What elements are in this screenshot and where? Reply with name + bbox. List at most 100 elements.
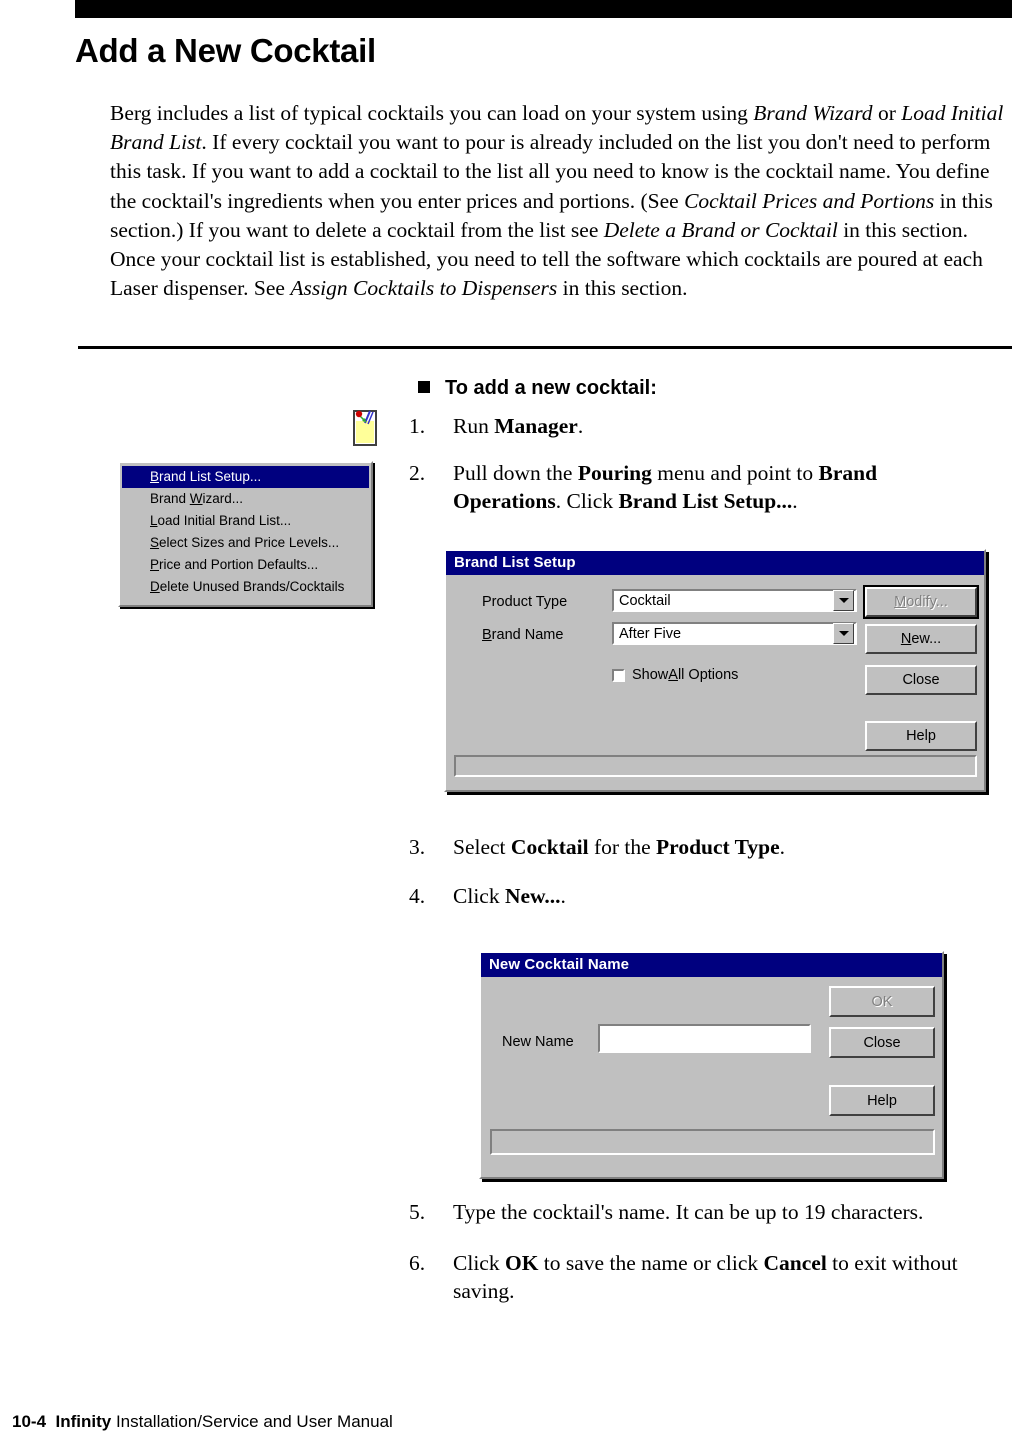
menu-item-label: elect Sizes and Price Levels...: [159, 535, 340, 550]
text-run: Select: [453, 835, 511, 859]
text-run: Click: [453, 884, 505, 908]
modify-accel: M: [894, 594, 907, 611]
step-number: 2.: [409, 461, 426, 485]
help-button[interactable]: Help: [865, 721, 977, 752]
brand-list-setup-body: Product Type Cocktail Brand Name After F…: [446, 575, 984, 783]
new-cocktail-name-dialog: New Cocktail Name New Name OK Close Help: [479, 951, 944, 1179]
new-button[interactable]: New...: [865, 624, 977, 655]
step-text: Run Manager.: [453, 412, 949, 440]
menu-item-1[interactable]: Brand Wizard...: [122, 488, 369, 510]
text-run: Pouring: [577, 461, 652, 485]
product-type-value: Cocktail: [619, 592, 671, 609]
chevron-down-icon[interactable]: [833, 623, 854, 645]
page-title: Add a New Cocktail: [75, 32, 376, 69]
text-run: .: [560, 884, 566, 908]
new-name-field[interactable]: [598, 1024, 811, 1054]
close-button[interactable]: Close: [865, 665, 977, 696]
step-item: 6. Click OK to save the name or click Can…: [409, 1249, 969, 1305]
step-item: 3. Select Cocktail for the Product Type.: [409, 833, 969, 861]
show-all-options-rest: ll Options: [677, 667, 739, 684]
text-run: Cocktail: [510, 835, 589, 859]
text-run: New...: [504, 884, 561, 908]
step-number: 5.: [409, 1200, 426, 1224]
step-number: 4.: [409, 884, 426, 908]
brand-name-combobox[interactable]: After Five: [612, 622, 857, 646]
text-run: Berg includes a list of typical cocktail…: [110, 101, 754, 125]
menu-item-accelerator: D: [150, 579, 160, 594]
text-run: Assign Cocktails to Dispensers: [290, 276, 558, 301]
cocktail-glass-icon: [353, 410, 377, 446]
menu-item-5[interactable]: Delete Unused Brands/Cocktails: [122, 576, 369, 598]
top-black-bar: [75, 0, 1012, 18]
text-run: menu and point to: [651, 461, 819, 485]
brand-name-label-rest: rand Name: [491, 627, 564, 644]
page-footer: 10-4 Infinity Installation/Service and U…: [12, 1412, 393, 1432]
step-item: 1. Run Manager.: [409, 412, 949, 440]
show-all-options-checkbox[interactable]: Show All Options: [612, 667, 738, 683]
new-accel: N: [900, 631, 912, 648]
step-number: 6.: [409, 1251, 426, 1275]
menu-item-label: rand List Setup...: [159, 469, 262, 484]
text-run: .: [577, 414, 584, 438]
ok-button[interactable]: OK: [829, 986, 935, 1018]
step-item: 4. Click New....: [409, 882, 969, 910]
show-all-options-pre: Show: [632, 667, 669, 684]
procedure-heading-label: To add a new cocktail:: [445, 377, 657, 399]
modify-rest: odify...: [906, 594, 948, 611]
new-cocktail-name-body: New Name OK Close Help: [481, 977, 942, 1171]
step-text: Click OK to save the name or click Cance…: [453, 1249, 969, 1305]
product-type-label: Product Type: [482, 594, 568, 611]
step-item: 5. Type the cocktail's name. It can be up…: [409, 1198, 989, 1226]
step-text: Select Cocktail for the Product Type.: [453, 833, 969, 861]
menu-item-accelerator: B: [150, 469, 160, 484]
brand-name-value: After Five: [619, 625, 682, 642]
text-run: Cancel: [763, 1251, 827, 1275]
manual-page: Add a New Cocktail Berg includes a list …: [0, 0, 1012, 1441]
modify-button[interactable]: Modify...: [863, 585, 979, 620]
menu-item-label: oad Initial Brand List...: [157, 513, 292, 528]
menu-item-label: elete Unused Brands/Cocktails: [159, 579, 345, 594]
text-run: for the: [588, 835, 657, 859]
text-run: Run: [453, 414, 495, 438]
text-run: Type the cocktail's name. It can be up t…: [453, 1200, 924, 1224]
square-bullet-icon: [418, 381, 430, 393]
text-run: Pull down the: [453, 461, 578, 485]
menu-item-accelerator: P: [150, 557, 160, 572]
new-cocktail-statusbar: [490, 1129, 935, 1156]
new-name-input[interactable]: [600, 1026, 809, 1052]
text-run: .: [779, 835, 786, 859]
section-divider-rule: [78, 346, 1012, 349]
step-number: 1.: [409, 414, 426, 438]
brand-list-setup-statusbar: [454, 755, 977, 778]
text-run: OK: [504, 1251, 539, 1275]
text-run: Delete a Brand or Cocktail: [603, 217, 838, 242]
menu-item-label: izard...: [202, 491, 244, 506]
text-run: in this section.: [557, 276, 688, 301]
text-run: to save the name or click: [538, 1251, 764, 1275]
text-run: Click: [453, 1251, 505, 1275]
footer-product: Infinity: [55, 1412, 112, 1431]
step-item: 2. Pull down the Pouring menu and point t…: [409, 459, 939, 515]
menu-item-0[interactable]: Brand List Setup...: [122, 466, 369, 488]
product-type-combobox[interactable]: Cocktail: [612, 589, 857, 613]
text-run: . Click: [555, 489, 619, 513]
step-text: Pull down the Pouring menu and point to …: [453, 459, 939, 515]
intro-paragraph: Berg includes a list of typical cocktail…: [110, 99, 1012, 303]
show-all-options-accel: A: [668, 667, 678, 684]
menu-item-3[interactable]: Select Sizes and Price Levels...: [122, 532, 369, 554]
text-run: Product Type: [656, 835, 780, 859]
text-run: Brand List Setup...: [618, 489, 793, 513]
pouring-brand-operations-menu[interactable]: Brand List Setup... Brand Wizard... Load I…: [118, 461, 373, 607]
help-button[interactable]: Help: [829, 1085, 935, 1117]
procedure-heading: To add a new cocktail:: [418, 377, 657, 400]
close-button[interactable]: Close: [829, 1027, 935, 1059]
menu-item-4[interactable]: Price and Portion Defaults...: [122, 554, 369, 576]
checkbox-box-icon[interactable]: [612, 668, 625, 682]
menu-item-2[interactable]: Load Initial Brand List...: [122, 510, 369, 532]
step-text: Type the cocktail's name. It can be up t…: [453, 1198, 989, 1226]
text-run: Cocktail Prices and Portions: [684, 188, 935, 213]
brand-list-setup-dialog: Brand List Setup Product Type Cocktail B…: [444, 549, 986, 792]
chevron-down-icon[interactable]: [833, 590, 854, 612]
text-run: .: [792, 489, 798, 513]
brand-list-setup-titlebar: Brand List Setup: [446, 551, 984, 576]
